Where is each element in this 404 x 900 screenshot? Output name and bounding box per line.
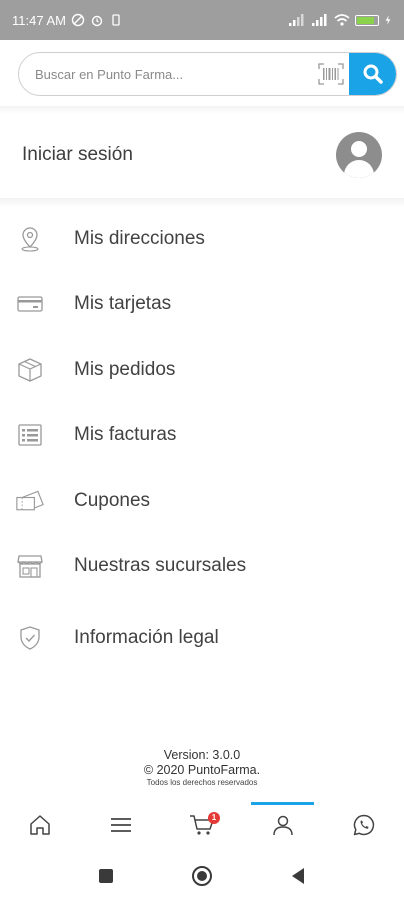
copyright-text: © 2020 PuntoFarma.: [143, 763, 261, 777]
back-button[interactable]: [250, 867, 346, 885]
do-not-disturb-icon: [71, 13, 85, 27]
barcode-icon: [318, 63, 344, 85]
square-icon: [99, 869, 113, 883]
location-pin-icon: [16, 225, 44, 253]
bottom-nav: 1: [0, 802, 404, 848]
header-shadow: [0, 106, 404, 114]
menu-item-tarjetas[interactable]: Mis tarjetas: [0, 272, 404, 338]
battery-icon: [355, 14, 379, 26]
credit-card-icon: [16, 290, 44, 318]
nav-home[interactable]: [0, 802, 81, 848]
login-label: Iniciar sesión: [22, 144, 133, 165]
menu-item-label: Información legal: [74, 626, 219, 648]
login-row[interactable]: Iniciar sesión: [0, 116, 404, 194]
home-system-button[interactable]: [154, 865, 250, 887]
status-bar: 11:47 AM: [0, 0, 404, 40]
store-icon: [16, 552, 44, 580]
hamburger-menu-icon: [111, 818, 132, 832]
menu-item-label: Mis pedidos: [74, 358, 176, 380]
menu-item-label: Mis facturas: [74, 424, 177, 446]
whatsapp-icon: [353, 814, 374, 836]
menu-item-direcciones[interactable]: Mis direcciones: [0, 206, 404, 272]
signal-icon-2: [312, 14, 327, 26]
coupon-icon: [16, 487, 44, 515]
nav-whatsapp[interactable]: [323, 802, 404, 848]
cart-count-badge: 1: [207, 812, 220, 824]
wifi-icon: [334, 14, 350, 26]
menu-item-label: Mis tarjetas: [74, 293, 172, 315]
circle-home-icon: [192, 866, 212, 886]
menu-item-label: Cupones: [74, 489, 151, 511]
nav-menu[interactable]: [81, 802, 162, 848]
search-bar: [18, 52, 397, 96]
menu-item-sucursales[interactable]: Nuestras sucursales: [0, 534, 404, 600]
barcode-scan-button[interactable]: [313, 53, 349, 95]
package-icon: [16, 356, 44, 384]
invoice-icon: [16, 421, 44, 449]
menu-item-label: Mis direcciones: [74, 227, 205, 249]
menu-item-facturas[interactable]: Mis facturas: [0, 403, 404, 469]
nav-cart[interactable]: 1: [162, 802, 243, 848]
back-triangle-icon: [292, 868, 304, 884]
alarm-icon: [91, 15, 103, 27]
rights-text: Todos los derechos reservados: [146, 778, 258, 787]
signal-icon: [289, 14, 304, 26]
menu-item-cupones[interactable]: Cupones: [0, 468, 404, 534]
menu-item-label: Nuestras sucursales: [74, 555, 247, 577]
charging-icon: [385, 15, 391, 25]
nav-profile[interactable]: [242, 802, 323, 848]
menu-item-informacion-legal[interactable]: Información legal: [0, 605, 404, 671]
app-footer: Version: 3.0.0 © 2020 PuntoFarma. Todos …: [0, 747, 404, 789]
user-icon: [273, 815, 293, 836]
search-input[interactable]: [19, 53, 313, 95]
recents-button[interactable]: [58, 868, 154, 884]
shield-check-icon: [16, 624, 44, 652]
app-version: Version: 3.0.0: [163, 748, 241, 762]
account-menu: Mis direcciones Mis tarjetas Mis pedidos…: [0, 206, 404, 671]
system-nav-bar: [0, 852, 404, 900]
status-time: 11:47 AM: [12, 12, 66, 28]
avatar-icon: [336, 132, 382, 178]
sim-icon: [112, 14, 120, 26]
search-icon: [363, 64, 383, 84]
menu-item-pedidos[interactable]: Mis pedidos: [0, 337, 404, 403]
search-button[interactable]: [349, 53, 396, 95]
home-icon: [30, 815, 51, 835]
